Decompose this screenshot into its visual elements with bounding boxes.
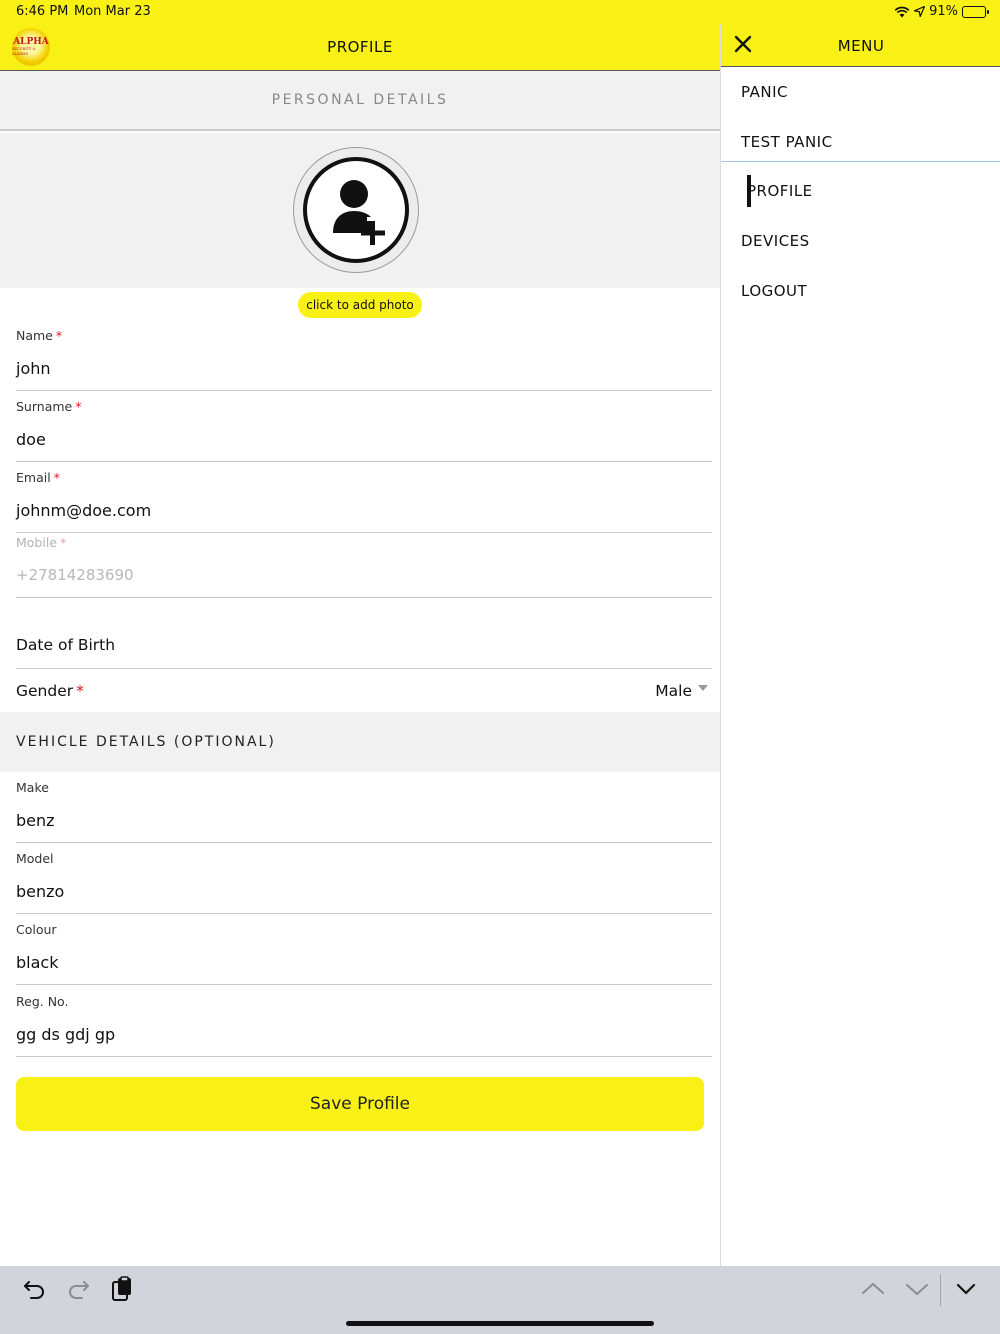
surname-field[interactable]: Surname * doe <box>16 391 712 462</box>
make-field[interactable]: Make benz <box>16 772 712 843</box>
make-input[interactable]: benz <box>16 811 55 830</box>
menu-item-label: TEST PANIC <box>741 133 833 151</box>
avatar[interactable] <box>293 147 419 273</box>
status-date: Mon Mar 23 <box>74 4 151 19</box>
model-label: Model <box>16 851 54 866</box>
battery-icon <box>962 5 989 18</box>
reg-no-field[interactable]: Reg. No. gg ds gdj gp <box>16 986 712 1057</box>
toolbar-divider <box>940 1274 941 1306</box>
make-label: Make <box>16 780 49 795</box>
gender-label: Gender * <box>16 682 84 700</box>
colour-input[interactable]: black <box>16 953 58 972</box>
personal-details-header: PERSONAL DETAILS <box>0 71 720 131</box>
menu-header: MENU <box>721 24 1000 67</box>
dismiss-keyboard-icon[interactable] <box>953 1276 979 1302</box>
gender-select[interactable]: Male <box>655 682 708 700</box>
menu-item-label: DEVICES <box>741 232 810 250</box>
colour-label: Colour <box>16 922 57 937</box>
chevron-up-icon[interactable] <box>860 1276 886 1302</box>
reg-no-input[interactable]: gg ds gdj gp <box>16 1025 115 1044</box>
status-time: 6:46 PM <box>16 4 69 19</box>
menu-item-profile[interactable]: PROFILE <box>721 166 1000 216</box>
vehicle-details-title: VEHICLE DETAILS (OPTIONAL) <box>16 734 276 750</box>
model-input[interactable]: benzo <box>16 882 64 901</box>
menu-item-logout[interactable]: LOGOUT <box>721 266 1000 316</box>
page-title: PROFILE <box>327 38 393 56</box>
menu-item-devices[interactable]: DEVICES <box>721 216 1000 266</box>
mobile-label: Mobile * <box>16 535 67 550</box>
app-bar: ALPHA SECURITY & ALARMS PROFILE <box>0 24 720 71</box>
battery-percent: 91% <box>929 4 958 19</box>
menu-item-label: LOGOUT <box>741 282 808 300</box>
add-photo-button[interactable]: click to add photo <box>298 292 422 318</box>
avatar-circle[interactable] <box>303 157 409 263</box>
home-indicator[interactable] <box>346 1321 654 1326</box>
email-input[interactable]: johnm@doe.com <box>16 501 151 520</box>
menu-item-panic[interactable]: PANIC <box>721 67 1000 117</box>
vehicle-details-header: VEHICLE DETAILS (OPTIONAL) <box>0 712 720 772</box>
chevron-down-icon[interactable] <box>904 1276 930 1302</box>
model-field[interactable]: Model benzo <box>16 843 712 914</box>
menu-divider <box>721 161 1000 162</box>
add-user-icon <box>333 180 385 245</box>
colour-field[interactable]: Colour black <box>16 914 712 985</box>
date-of-birth-field[interactable]: Date of Birth <box>16 598 712 669</box>
undo-icon[interactable] <box>22 1276 48 1302</box>
side-menu: MENU PANIC TEST PANIC PROFILE DEVICES LO… <box>720 24 1000 1266</box>
keyboard-toolbar <box>0 1266 1000 1334</box>
menu-item-label: PANIC <box>741 83 788 101</box>
menu-title: MENU <box>837 37 885 55</box>
email-field[interactable]: Email * johnm@doe.com <box>16 462 712 533</box>
name-label: Name * <box>16 328 63 343</box>
name-field[interactable]: Name * john <box>16 320 712 391</box>
name-input[interactable]: john <box>16 359 51 378</box>
personal-details-title: PERSONAL DETAILS <box>271 92 449 108</box>
location-arrow-icon <box>914 6 926 17</box>
status-right: 91% <box>894 4 989 19</box>
wifi-icon <box>894 6 910 17</box>
reg-no-label: Reg. No. <box>16 994 69 1009</box>
surname-label: Surname * <box>16 399 82 414</box>
surname-input[interactable]: doe <box>16 430 46 449</box>
chevron-down-icon <box>698 685 708 691</box>
profile-panel: ALPHA SECURITY & ALARMS PROFILE PERSONAL… <box>0 24 720 1266</box>
mobile-input: +27814283690 <box>16 566 134 584</box>
email-label: Email * <box>16 470 60 485</box>
mobile-field: Mobile * +27814283690 <box>16 527 712 598</box>
menu-item-test-panic[interactable]: TEST PANIC <box>721 117 1000 167</box>
status-bar: 6:46 PM Mon Mar 23 91% <box>0 0 1000 24</box>
menu-item-label: PROFILE <box>747 182 813 200</box>
paste-icon[interactable] <box>109 1276 135 1302</box>
redo-icon[interactable] <box>65 1276 91 1302</box>
photo-area <box>0 133 720 288</box>
gender-value: Male <box>655 682 692 700</box>
save-profile-button[interactable]: Save Profile <box>16 1077 704 1131</box>
date-of-birth-label: Date of Birth <box>16 636 116 654</box>
gender-field[interactable]: Gender * Male <box>16 669 712 711</box>
